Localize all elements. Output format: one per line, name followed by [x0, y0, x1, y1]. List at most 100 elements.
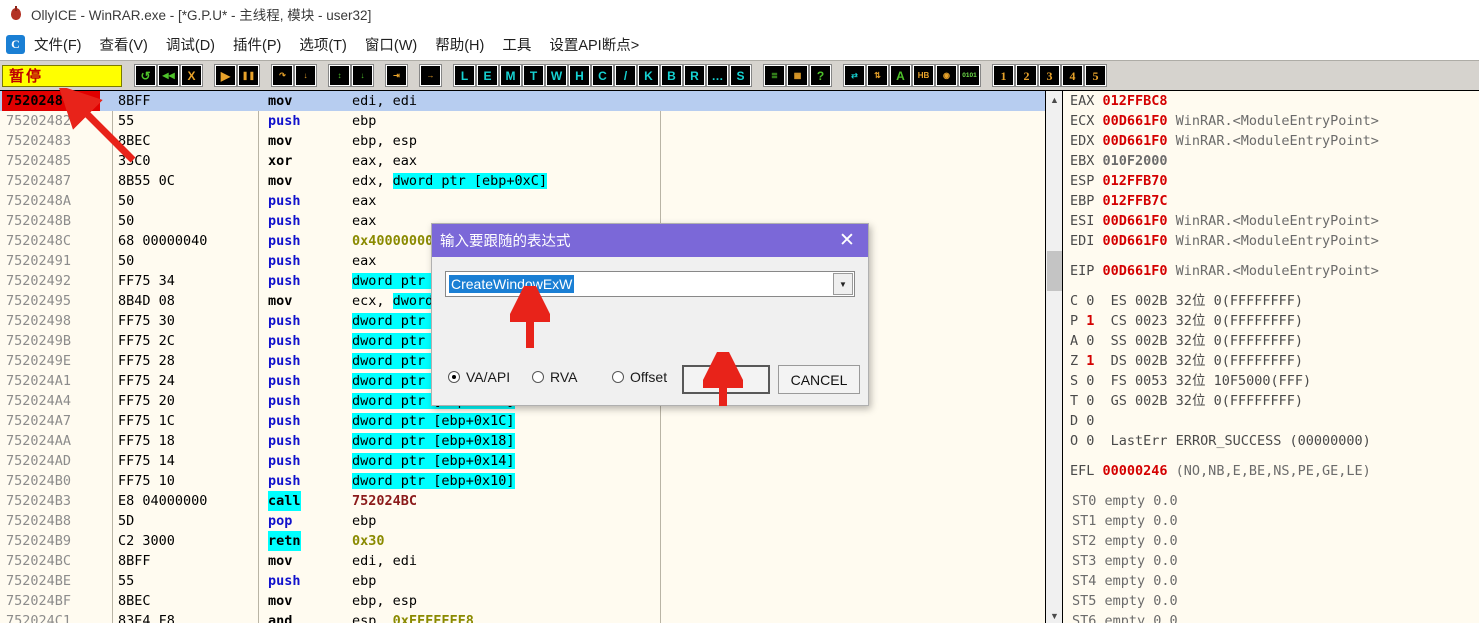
source-button[interactable]: S [729, 64, 752, 87]
expression-combobox[interactable]: CreateWindowExW ▼ [445, 271, 855, 297]
disassembly-row[interactable]: 752024A7 FF75 1C push dword ptr [ebp+0x1C] [0, 411, 1045, 431]
disassembly-row[interactable]: 752024BE 55 push ebp [0, 571, 1045, 591]
disassembly-row[interactable]: 752024BC 8BFF mov edi, edi [0, 551, 1045, 571]
cpu-window-button[interactable]: C [591, 64, 614, 87]
register-row[interactable]: EDI 00D661F0 WinRAR.<ModuleEntryPoint> [1064, 231, 1479, 251]
register-row[interactable]: EAX 012FFBC8 [1064, 91, 1479, 111]
register-row[interactable]: EBX 010F2000 [1064, 151, 1479, 171]
close-icon[interactable]: ✕ [826, 224, 868, 257]
disassembly-scrollbar[interactable]: ▲ ▼ [1046, 91, 1063, 623]
fpu-register-row[interactable]: ST3 empty 0.0 [1064, 551, 1479, 571]
options-list-button[interactable]: ≣ [763, 64, 786, 87]
patches-button[interactable]: / [614, 64, 637, 87]
register-row-eip[interactable]: EIP 00D661F0 WinRAR.<ModuleEntryPoint> [1064, 261, 1479, 281]
step-into-button[interactable]: ↓ [294, 64, 317, 87]
flag-row[interactable]: O 0 LastErr ERROR_SUCCESS (00000000) [1064, 431, 1479, 451]
scroll-up-icon[interactable]: ▲ [1046, 91, 1063, 108]
disassembly-row[interactable]: 752024AD FF75 14 push dword ptr [ebp+0x14] [0, 451, 1045, 471]
radio-va-api-dot[interactable] [448, 371, 460, 383]
flag-row[interactable]: A 0 SS 002B 32位 0(FFFFFFFF) [1064, 331, 1479, 351]
menu-view[interactable]: 查看(V) [100, 34, 148, 55]
disassembly-row[interactable]: 752024AA FF75 18 push dword ptr [ebp+0x18] [0, 431, 1045, 451]
menu-plugins[interactable]: 插件(P) [233, 34, 281, 55]
menu-file[interactable]: 文件(F) [34, 34, 82, 55]
run-trace-button[interactable]: … [706, 64, 729, 87]
menu-api-breakpoint[interactable]: 设置API断点> [549, 34, 639, 55]
menu-debug[interactable]: 调试(D) [166, 34, 215, 55]
registers-pane[interactable]: EAX 012FFBC8 ECX 00D661F0 WinRAR.<ModuleE… [1064, 91, 1479, 623]
disassembly-row[interactable]: 75202487 8B55 0C mov edx, dword ptr [ebp+0x… [0, 171, 1045, 191]
disassembly-row[interactable]: 752024B3 E8 04000000 call 752024BC [0, 491, 1045, 511]
handles-button[interactable]: H [568, 64, 591, 87]
flag-row[interactable]: S 0 FS 0053 32位 10F5000(FFF) [1064, 371, 1479, 391]
register-row-efl[interactable]: EFL 00000246 (NO,NB,E,BE,NS,PE,GE,LE) [1064, 461, 1479, 481]
breakpoints-button[interactable]: B [660, 64, 683, 87]
appearance-button[interactable]: ▦ [786, 64, 809, 87]
bookmark-4-button[interactable]: 4 [1061, 64, 1084, 87]
menu-options[interactable]: 选项(T) [299, 34, 347, 55]
call-stack-button[interactable]: K [637, 64, 660, 87]
disassembly-row[interactable]: 752024BF 8BEC mov ebp, esp [0, 591, 1045, 611]
executable-modules-button[interactable]: E [476, 64, 499, 87]
api-button[interactable]: A [889, 64, 912, 87]
register-row[interactable]: ESI 00D661F0 WinRAR.<ModuleEntryPoint> [1064, 211, 1479, 231]
ok-button[interactable]: OK [682, 365, 770, 394]
disassembly-row[interactable]: 752024B8 5D pop ebp [0, 511, 1045, 531]
bookmark-2-button[interactable]: 2 [1015, 64, 1038, 87]
fpu-register-row[interactable]: ST0 empty 0.0 [1064, 491, 1479, 511]
register-row[interactable]: ESP 012FFB70 [1064, 171, 1479, 191]
goto-button[interactable]: → [419, 64, 442, 87]
trace-into-button[interactable]: ↕ [328, 64, 351, 87]
run-button[interactable]: ▶ [214, 64, 237, 87]
disassembly-row[interactable]: 75202482 55 push ebp [0, 111, 1045, 131]
memory-map-button[interactable]: M [499, 64, 522, 87]
threads-button[interactable]: T [522, 64, 545, 87]
chevron-down-icon[interactable]: ▼ [833, 273, 853, 295]
flag-row[interactable]: D 0 [1064, 411, 1479, 431]
disassembly-row[interactable]: 7520248A 50 push eax [0, 191, 1045, 211]
step-over-button[interactable]: ↷ [271, 64, 294, 87]
flag-row[interactable]: T 0 GS 002B 32位 0(FFFFFFFF) [1064, 391, 1479, 411]
radio-va-api[interactable]: VA/API [448, 369, 510, 385]
menu-window[interactable]: 窗口(W) [365, 34, 417, 55]
references-button[interactable]: R [683, 64, 706, 87]
target-button[interactable]: ◉ [935, 64, 958, 87]
binary-button[interactable]: 0101 [958, 64, 981, 87]
fpu-register-row[interactable]: ST1 empty 0.0 [1064, 511, 1479, 531]
disassembly-row[interactable]: 75202485 33C0 xor eax, eax [0, 151, 1045, 171]
fpu-register-row[interactable]: ST5 empty 0.0 [1064, 591, 1479, 611]
register-row[interactable]: EDX 00D661F0 WinRAR.<ModuleEntryPoint> [1064, 131, 1479, 151]
execute-till-return-button[interactable]: ⇥ [385, 64, 408, 87]
help-button[interactable]: ? [809, 64, 832, 87]
restart-button[interactable]: ↺ [134, 64, 157, 87]
windows-button[interactable]: W [545, 64, 568, 87]
radio-rva[interactable]: RVA [532, 369, 578, 385]
disassembly-row[interactable]: 752024B9 C2 3000 retn 0x30 [0, 531, 1045, 551]
log-window-button[interactable]: L [453, 64, 476, 87]
hardware-breakpoint-button[interactable]: HB [912, 64, 935, 87]
swap-button[interactable]: ⇄ [843, 64, 866, 87]
register-row[interactable]: ECX 00D661F0 WinRAR.<ModuleEntryPoint> [1064, 111, 1479, 131]
rewind-button[interactable]: ◀◀ [157, 64, 180, 87]
fpu-register-row[interactable]: ST2 empty 0.0 [1064, 531, 1479, 551]
flag-row[interactable]: C 0 ES 002B 32位 0(FFFFFFFF) [1064, 291, 1479, 311]
expression-input-value[interactable]: CreateWindowExW [449, 275, 575, 293]
trace-over-button[interactable]: ↓ [351, 64, 374, 87]
flag-row[interactable]: Z 1 DS 002B 32位 0(FFFFFFFF) [1064, 351, 1479, 371]
register-row[interactable]: EBP 012FFB7C [1064, 191, 1479, 211]
bookmark-3-button[interactable]: 3 [1038, 64, 1061, 87]
radio-rva-dot[interactable] [532, 371, 544, 383]
disassembly-row[interactable]: 752024B0 FF75 10 push dword ptr [ebp+0x10] [0, 471, 1045, 491]
close-program-button[interactable]: X [180, 64, 203, 87]
disassembly-row[interactable]: 752024C1 83E4 F8 and esp, 0xFFFFFFF8 [0, 611, 1045, 623]
disassembly-row[interactable]: 75202483 8BEC mov ebp, esp [0, 131, 1045, 151]
bookmark-5-button[interactable]: 5 [1084, 64, 1107, 87]
radio-offset-dot[interactable] [612, 371, 624, 383]
fpu-register-row[interactable]: ST4 empty 0.0 [1064, 571, 1479, 591]
updown-button[interactable]: ⇅ [866, 64, 889, 87]
fpu-register-row[interactable]: ST6 empty 0.0 [1064, 611, 1479, 623]
bookmark-1-button[interactable]: 1 [992, 64, 1015, 87]
scrollbar-thumb[interactable] [1047, 251, 1062, 291]
radio-offset[interactable]: Offset [612, 369, 667, 385]
flag-row[interactable]: P 1 CS 0023 32位 0(FFFFFFFF) [1064, 311, 1479, 331]
